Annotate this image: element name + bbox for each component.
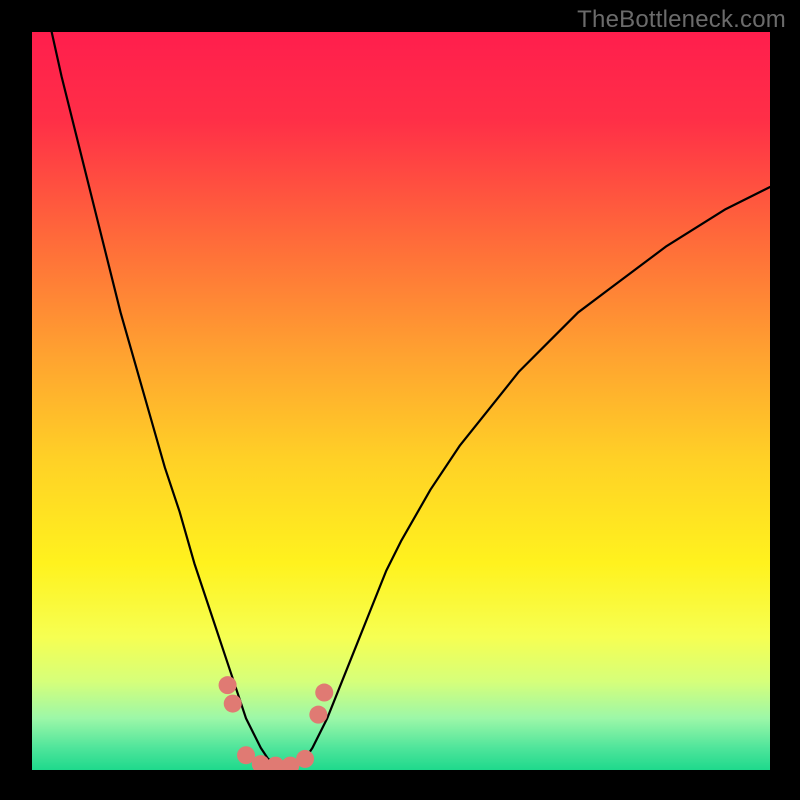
plot-area	[32, 32, 770, 770]
chart-stage: TheBottleneck.com	[0, 0, 800, 800]
bottleneck-curve-svg	[32, 32, 770, 770]
curve-marker	[224, 695, 242, 713]
gradient-background	[32, 32, 770, 770]
curve-marker	[296, 750, 314, 768]
watermark-text: TheBottleneck.com	[577, 6, 786, 34]
curve-marker	[315, 684, 333, 702]
curve-marker	[309, 706, 327, 724]
curve-marker	[219, 676, 237, 694]
